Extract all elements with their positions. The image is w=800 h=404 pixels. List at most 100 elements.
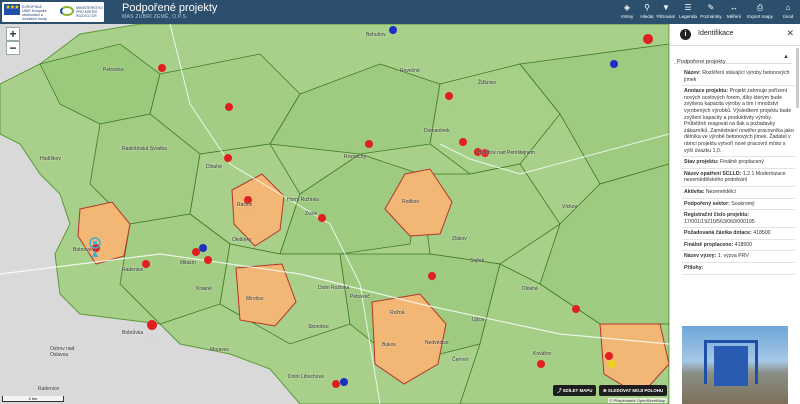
tool-label: Filtrování [656,14,676,19]
attribute-value: 418500 [734,241,753,248]
attribute-row: Registrační číslo projektu: 17/001/19210… [682,210,795,229]
attribute-label: Název: [684,70,701,76]
legend-icon: ☰ [684,3,692,12]
eu-logo-text: EVROPSKÁ UNIE Evropské strukturální a in… [22,5,47,21]
town-label: Skorotice [308,324,329,330]
identification-panel: i Identifikace ✕ Podpořené projekty ▲ Ná… [669,24,800,404]
attribute-label: Přílohy: [684,265,704,272]
project-marker[interactable] [318,213,327,232]
project-marker[interactable] [610,60,619,78]
tool-home-button[interactable]: ⌂ Úvod [779,2,797,22]
attachment-photo[interactable] [682,326,788,404]
attribute-label: Aktivita: [684,188,705,195]
close-icon[interactable]: ✕ [786,28,794,39]
scale-bar: 2 km [2,396,64,402]
home-icon: ⌂ [785,3,791,12]
tool-layers-button[interactable]: ◈ Vrstvy [617,2,637,22]
town-label: Petráveč [350,294,370,300]
zoom-in-button[interactable]: + [6,27,20,41]
tool-notes-button[interactable]: ✎ Poznámky [699,2,723,22]
project-marker[interactable] [428,271,437,290]
panel-header: i Identifikace ✕ [670,24,800,46]
tool-label: Úvod [782,14,794,19]
tool-legend-button[interactable]: ☰ Legenda [678,2,698,22]
photo-content [704,340,758,384]
attribute-row: Anotace projektu: Projekt zahrnuje poříz… [682,86,795,158]
logo: ★★★ EVROPSKÁ UNIE Evropské strukturální … [2,2,104,22]
share-map-button[interactable]: ⤴ SDÍLET MAPU [553,385,597,396]
project-marker[interactable] [142,260,151,278]
panel-title: Identifikace [698,30,734,37]
attribute-label: Stav projektu: [684,159,719,166]
yellow-markers [608,360,617,378]
attribute-row: Požadovaná částka dotace: 418500 [682,228,795,240]
town-label: Dolní Libochová [288,374,324,380]
top-header: ★★★ EVROPSKÁ UNIE Evropské strukturální … [0,0,800,24]
project-marker[interactable] [332,380,341,398]
locate-button[interactable]: ⊕ SLEDOVAT MOJI POLOHU [599,385,668,396]
town-label: Račice [237,202,253,208]
town-label: Zlákov [452,236,467,242]
layers-icon: ◈ [623,3,631,12]
tool-measure-button[interactable]: ↔ Měření [724,2,744,22]
project-marker[interactable] [572,305,581,323]
project-marker[interactable] [365,140,374,158]
project-marker[interactable] [445,92,454,110]
town-label: Bohuňov [366,32,386,38]
town-label: Žďánice [478,80,497,86]
project-marker[interactable] [224,154,233,172]
project-marker[interactable] [389,26,398,44]
eu-stars-icon: ★★★ [5,5,19,11]
attribute-row: Přílohy: [682,263,795,275]
attribute-value: Projekt zahrnuje pořízení nových ocelový… [684,88,794,154]
filter-icon: ▼ [662,3,670,12]
attribute-row: Finálně proplaceno: 418500 [682,240,795,252]
attribute-list: Název: Rozšíření stávající výroby betono… [682,68,795,275]
app-window: ★★★ EVROPSKÁ UNIE Evropské strukturální … [0,0,800,404]
project-marker[interactable] [158,64,167,82]
attribute-row: Aktivita: Nezemědělci [682,187,795,199]
attribute-label: Registrační číslo projektu: [684,212,750,219]
map-attribution[interactable]: © Přispěvatelé OpenStreetMap [607,398,667,403]
project-marker[interactable] [537,360,546,378]
panel-scrollbar[interactable] [796,48,799,108]
town-label: Bukov [382,342,396,348]
town-label: Nedvědice [425,340,449,346]
section-header[interactable]: Podpořené projekty ▲ [674,50,792,65]
project-marker[interactable] [608,360,617,378]
town-label: Milasín [180,260,196,266]
print-icon: ⎙ [756,3,764,12]
attribute-label: Anotace projektu: [684,88,729,95]
project-marker[interactable] [340,378,349,396]
zoom-out-button[interactable]: − [6,41,20,55]
town-label: Bobrová [73,247,92,253]
town-label: Rozsochy [344,154,366,160]
attribute-row: Název: Rozšíření stávající výroby betono… [682,68,795,87]
locate-label: SLEDOVAT MOJI POLOHU [607,388,664,393]
info-icon: i [680,29,691,40]
ministry-logo-icon [60,6,74,16]
town-label: Dolní Rožínka [318,285,350,291]
blue-markers [199,26,619,396]
town-label: Sejřek [470,258,485,264]
town-label: Zvole [305,211,318,217]
attribute-label: Finálně proplaceno: [684,241,734,248]
map-canvas[interactable]: Petrovice Bohuňov Rovečné Žďánice Domaní… [0,24,669,404]
attribute-row: Stav projektu: Finálně proplacený [682,157,795,169]
town-label: Radenice [38,386,60,392]
tool-export-button[interactable]: ⎙ Export mapy [745,2,775,22]
town-label: Horní Rožínka [287,197,319,203]
town-label: Hodíškov [40,156,61,162]
attribute-value: Finálně proplacený [720,159,764,166]
tool-label: Legenda [679,14,697,19]
attribute-value: 1. výzva PRV [717,253,749,260]
town-label: Ostrov nad Oslavou [50,346,75,358]
tool-filter-button[interactable]: ▼ Filtrování [654,2,678,22]
project-marker[interactable] [147,320,158,344]
project-marker[interactable] [225,103,234,121]
tool-label: Vrstvy [620,14,634,19]
project-marker[interactable] [643,34,654,58]
project-marker[interactable] [204,256,213,274]
project-marker[interactable] [459,138,468,156]
attribute-label: Název opatření SCLLD: [684,170,742,177]
